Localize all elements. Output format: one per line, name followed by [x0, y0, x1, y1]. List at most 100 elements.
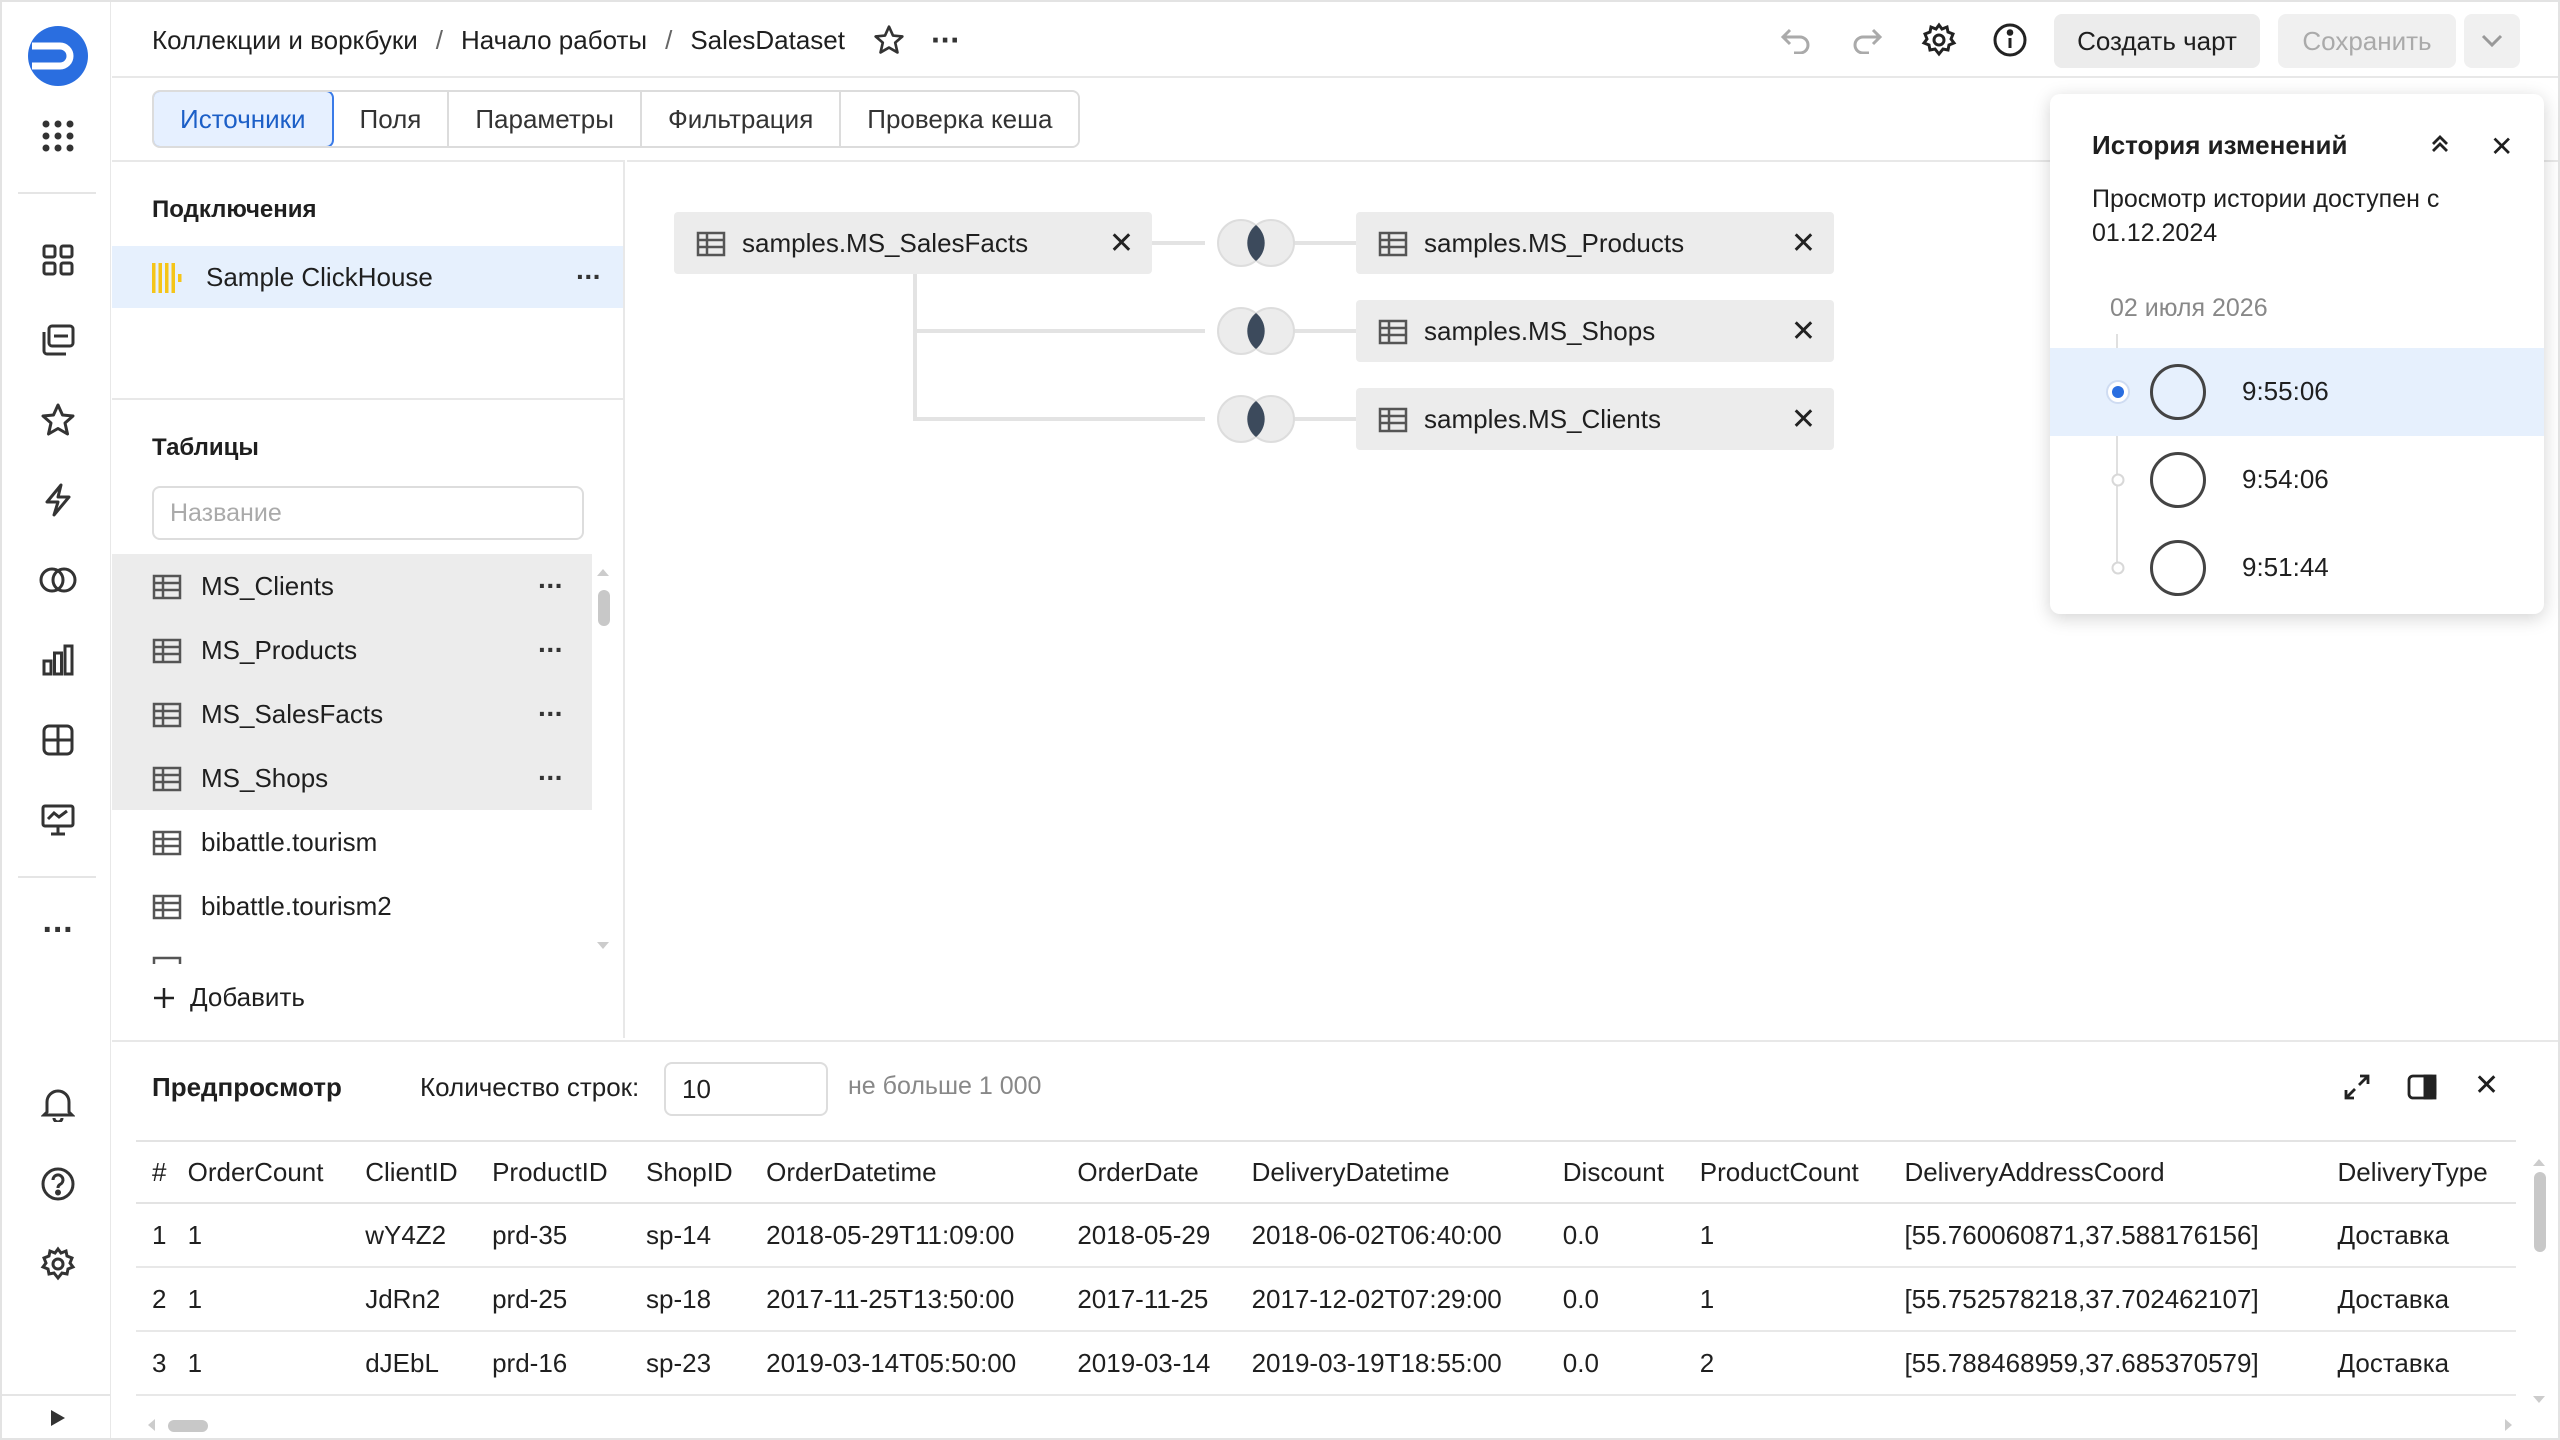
more-dots-icon[interactable]: ··· — [36, 908, 80, 952]
column-header[interactable]: OrderDatetime — [750, 1140, 1062, 1204]
collections-icon[interactable] — [36, 318, 80, 362]
app-logo-icon[interactable] — [22, 20, 94, 92]
column-header[interactable]: DeliveryDatetime — [1235, 1140, 1547, 1204]
table-row: 1 1 wY4Z2 prd-35 sp-14 2018-05-29T11:09:… — [136, 1203, 2516, 1268]
left-rail: ··· — [2, 2, 111, 1438]
notifications-bell-icon[interactable] — [36, 1082, 80, 1126]
source-node-joined[interactable]: samples.MS_Products ✕ — [1356, 212, 1834, 274]
table-item-menu-icon[interactable]: ··· — [538, 762, 564, 794]
table-item[interactable]: MS_Clients ··· — [112, 554, 592, 618]
clickhouse-logo-icon — [152, 263, 184, 298]
presentation-monitor-icon[interactable] — [36, 798, 80, 842]
table-scroll-down-arrow-icon[interactable] — [2532, 1392, 2546, 1403]
close-history-icon[interactable]: ✕ — [2490, 130, 2513, 163]
column-header[interactable]: ProductCount — [1683, 1140, 1889, 1204]
source-node-joined[interactable]: samples.MS_Shops ✕ — [1356, 300, 1834, 362]
reports-table-icon[interactable] — [36, 718, 80, 762]
breadcrumb-getting-started[interactable]: Начало работы — [461, 25, 647, 56]
scroll-down-arrow-icon[interactable] — [596, 938, 610, 950]
datasets-rings-icon[interactable] — [36, 558, 80, 602]
undo-icon[interactable] — [1774, 18, 1818, 62]
tables-search-input[interactable] — [152, 486, 584, 540]
tables-scrollbar-thumb[interactable] — [598, 590, 610, 626]
table-item[interactable]: MS_Shops ··· — [112, 746, 592, 810]
dataset-settings-gear-icon[interactable] — [1917, 18, 1961, 62]
column-header[interactable]: OrderCount — [171, 1140, 350, 1204]
column-header[interactable]: DeliveryAddressCoord — [1888, 1140, 2322, 1204]
join-type-icon[interactable] — [1213, 306, 1299, 361]
table-item-menu-icon[interactable]: ··· — [538, 570, 564, 602]
info-icon[interactable] — [1988, 18, 2032, 62]
source-node-joined[interactable]: samples.MS_Clients ✕ — [1356, 388, 1834, 450]
history-title: История изменений — [2092, 130, 2348, 160]
more-actions-icon[interactable]: ··· — [931, 22, 961, 59]
table-scroll-right-arrow-icon[interactable] — [2504, 1418, 2514, 1432]
rows-count-input[interactable] — [664, 1062, 828, 1116]
tab-sources[interactable]: Источники — [154, 92, 334, 146]
connection-menu-icon[interactable]: ··· — [576, 261, 602, 293]
apps-grid-icon[interactable] — [36, 114, 80, 158]
history-time: 9:54:06 — [2242, 464, 2329, 494]
table-vertical-scrollbar-thumb[interactable] — [2534, 1172, 2546, 1252]
table-scroll-up-arrow-icon[interactable] — [2532, 1154, 2546, 1166]
help-question-icon[interactable] — [36, 1162, 80, 1206]
remove-source-icon[interactable]: ✕ — [1109, 226, 1134, 261]
column-header[interactable]: # — [136, 1140, 172, 1204]
plus-icon — [152, 986, 176, 1010]
settings-gear-icon[interactable] — [36, 1242, 80, 1286]
table-icon-partial — [152, 956, 184, 964]
tab-fields[interactable]: Поля — [333, 92, 450, 146]
save-options-chevron-icon[interactable] — [2464, 14, 2520, 68]
favorite-star-icon[interactable] — [873, 24, 905, 56]
table-scroll-left-arrow-icon[interactable] — [146, 1418, 156, 1432]
remove-source-icon[interactable]: ✕ — [1791, 226, 1816, 261]
breadcrumb-separator: / — [665, 24, 673, 55]
charts-bar-icon[interactable] — [36, 638, 80, 682]
table-cell: 2018-05-29T11:09:00 — [750, 1203, 1062, 1268]
table-item-menu-icon[interactable]: ··· — [538, 698, 564, 730]
expand-rail-icon[interactable] — [36, 1398, 80, 1438]
add-table-button[interactable]: Добавить — [152, 982, 305, 1013]
table-horizontal-scrollbar-thumb[interactable] — [168, 1420, 208, 1432]
join-type-icon[interactable] — [1213, 218, 1299, 273]
column-header[interactable]: ShopID — [629, 1140, 751, 1204]
table-item[interactable]: bibattle.tourism — [112, 810, 592, 874]
table-item-label: MS_Clients — [201, 570, 334, 601]
history-entry[interactable]: 9:54:06 — [2050, 436, 2544, 524]
collapse-chevrons-icon[interactable] — [2428, 132, 2452, 161]
save-button[interactable]: Сохранить — [2278, 14, 2456, 68]
history-entry[interactable]: 9:51:44 — [2050, 524, 2544, 612]
dashboards-grid-icon[interactable] — [36, 238, 80, 282]
table-icon — [696, 231, 726, 264]
breadcrumb-collections[interactable]: Коллекции и воркбуки — [152, 25, 418, 56]
column-header[interactable]: OrderDate — [1061, 1140, 1236, 1204]
favorites-star-icon[interactable] — [36, 398, 80, 442]
tab-filtering[interactable]: Фильтрация — [641, 92, 842, 146]
table-cell: 1 — [171, 1331, 350, 1396]
history-entry[interactable]: 9:55:06 — [2050, 348, 2544, 436]
preview-title: Предпросмотр — [152, 1072, 342, 1102]
table-item[interactable]: MS_Products ··· — [112, 618, 592, 682]
expand-preview-icon[interactable] — [2342, 1072, 2372, 1107]
column-header[interactable]: DeliveryType — [2321, 1140, 2516, 1204]
column-header[interactable]: ProductID — [476, 1140, 630, 1204]
tab-cache-check[interactable]: Проверка кеша — [841, 92, 1079, 146]
table-item[interactable]: bibattle.tourism2 — [112, 874, 592, 938]
join-type-icon[interactable] — [1213, 394, 1299, 449]
connections-lightning-icon[interactable] — [36, 478, 80, 522]
scroll-up-arrow-icon[interactable] — [596, 564, 610, 576]
redo-icon[interactable] — [1845, 18, 1889, 62]
tab-parameters[interactable]: Параметры — [449, 92, 642, 146]
remove-source-icon[interactable]: ✕ — [1791, 402, 1816, 437]
connection-item[interactable]: Sample ClickHouse ··· — [112, 246, 623, 308]
table-cell: [55.760060871,37.588176156] — [1888, 1203, 2322, 1268]
table-item-menu-icon[interactable]: ··· — [538, 634, 564, 666]
split-layout-icon[interactable] — [2406, 1072, 2438, 1107]
close-preview-icon[interactable]: ✕ — [2474, 1068, 2499, 1103]
create-chart-button[interactable]: Создать чарт — [2054, 14, 2260, 68]
column-header[interactable]: ClientID — [349, 1140, 477, 1204]
source-node-root[interactable]: samples.MS_SalesFacts ✕ — [674, 212, 1152, 274]
remove-source-icon[interactable]: ✕ — [1791, 314, 1816, 349]
table-item[interactable]: MS_SalesFacts ··· — [112, 682, 592, 746]
column-header[interactable]: Discount — [1546, 1140, 1684, 1204]
